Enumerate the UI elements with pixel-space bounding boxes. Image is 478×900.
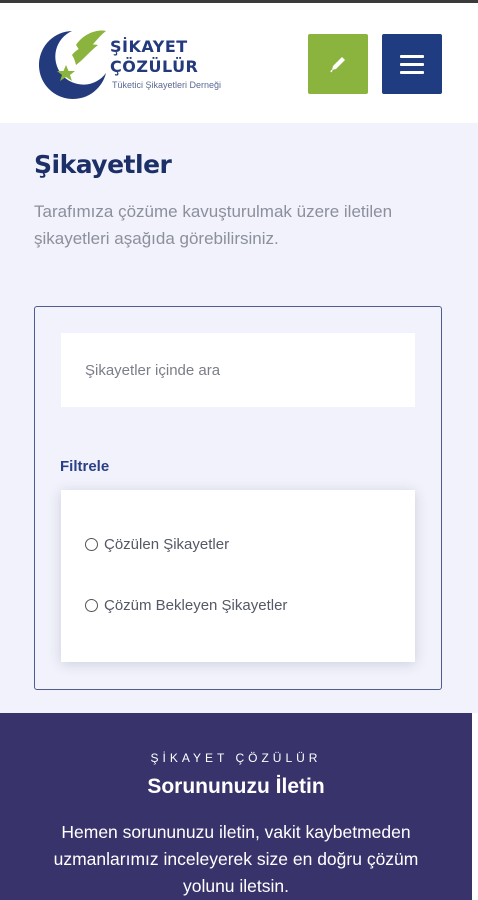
cta-kicker: ŞİKAYET ÇÖZÜLÜR (150, 751, 322, 765)
crescent-star-icon (38, 30, 106, 99)
cta-section: ŞİKAYET ÇÖZÜLÜR Sorununuzu İletin Hemen … (0, 713, 472, 900)
brand-name-line2: ÇÖZÜLÜR (110, 57, 199, 76)
filter-option-resolved[interactable]: Çözülen Şikayetler (85, 536, 229, 553)
cta-text: Hemen sorununuzu iletin, vakit kaybetmed… (53, 822, 419, 896)
radio-button[interactable] (85, 599, 98, 612)
site-logo[interactable]: ŞİKAYET ÇÖZÜLÜR Tüketici Şikayetleri Der… (32, 25, 252, 105)
page-title: Şikayetler (34, 150, 172, 179)
site-header: ŞİKAYET ÇÖZÜLÜR Tüketici Şikayetleri Der… (0, 3, 478, 123)
pen-icon (330, 57, 345, 73)
radio-button[interactable] (85, 538, 98, 551)
page-edge (472, 713, 478, 900)
page-description: Tarafımıza çözüme kavuşturulmak üzere il… (34, 202, 393, 248)
write-complaint-button[interactable] (308, 34, 368, 94)
filter-label: Filtrele (60, 458, 110, 475)
filter-option-label: Çözüm Bekleyen Şikayetler (104, 597, 288, 614)
menu-button[interactable] (382, 34, 442, 94)
filter-panel: Filtrele Çözülen Şikayetler Çözüm Bekley… (34, 306, 442, 690)
filter-option-pending[interactable]: Çözüm Bekleyen Şikayetler (85, 597, 287, 614)
brand-name-line1: ŞİKAYET (110, 37, 188, 56)
filter-option-label: Çözülen Şikayetler (104, 536, 230, 553)
hamburger-menu-icon (400, 54, 424, 58)
search-input[interactable] (61, 333, 415, 407)
brand-tagline: Tüketici Şikayetleri Derneği (112, 80, 222, 90)
cta-title: Sorununuzu İletin (147, 775, 325, 798)
filter-options: Çözülen Şikayetler Çözüm Bekleyen Şikaye… (61, 490, 415, 662)
